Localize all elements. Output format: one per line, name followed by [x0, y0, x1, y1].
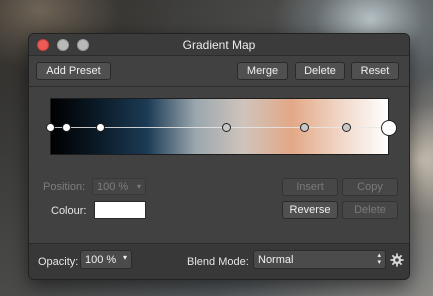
copy-stop-button[interactable]: Copy — [342, 178, 398, 196]
merge-button[interactable]: Merge — [237, 62, 288, 80]
title-bar[interactable]: Gradient Map — [29, 34, 409, 56]
position-value: 100 % — [97, 180, 129, 193]
up-down-arrows-icon: ▴ ▾ — [377, 252, 381, 266]
blend-mode-value: Normal — [258, 253, 294, 266]
opacity-value: 100 % — [85, 253, 117, 266]
chevron-down-icon: ▾ — [122, 253, 127, 262]
bottom-bar: Opacity: 100 % ▾ Blend Mode: Normal ▴ ▾ — [29, 243, 409, 279]
blend-mode-label: Blend Mode: — [187, 256, 249, 268]
gradient-stop[interactable] — [299, 123, 309, 132]
insert-stop-button[interactable]: Insert — [282, 178, 338, 196]
colour-swatch[interactable] — [94, 201, 146, 219]
position-field[interactable]: 100 % ▾ — [92, 178, 146, 195]
gradient-stop[interactable] — [45, 123, 55, 132]
gradient-stop-selected[interactable] — [381, 119, 397, 136]
reverse-button[interactable]: Reverse — [282, 201, 338, 219]
toolbar-divider — [29, 86, 409, 87]
position-label: Position: — [43, 181, 86, 193]
opacity-label: Opacity: — [38, 256, 79, 268]
chevron-down-icon: ▾ — [136, 182, 141, 191]
colour-label: Colour: — [51, 205, 87, 217]
delete-stop-button[interactable]: Delete — [342, 201, 398, 219]
blend-mode-select[interactable]: Normal ▴ ▾ — [253, 250, 386, 269]
reset-button[interactable]: Reset — [351, 62, 399, 80]
delete-preset-button[interactable]: Delete — [295, 62, 345, 80]
gradient-map-dialog: Gradient Map Add Preset Merge Delete Res… — [28, 33, 410, 280]
window-title: Gradient Map — [182, 38, 256, 52]
add-preset-button[interactable]: Add Preset — [36, 62, 111, 80]
opacity-select[interactable]: 100 % ▾ — [80, 250, 132, 269]
gradient-stop[interactable] — [221, 123, 231, 132]
gear-icon[interactable] — [390, 253, 404, 267]
